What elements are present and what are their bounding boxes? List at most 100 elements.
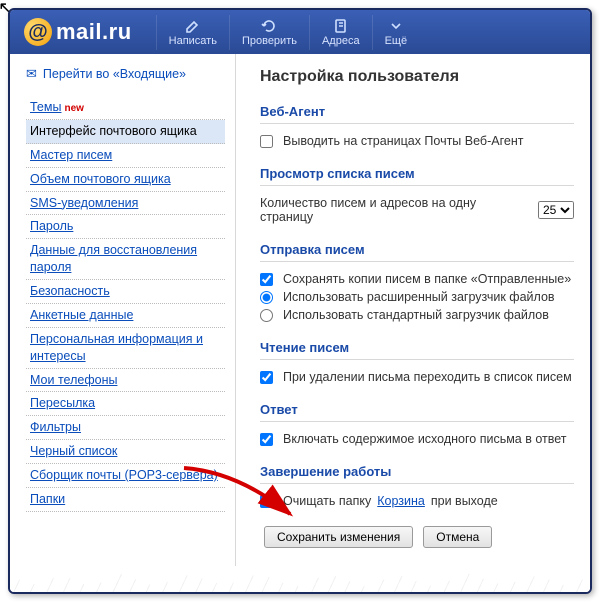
send-savecopy-label: Сохранять копии писем в папке «Отправлен… [283, 272, 571, 286]
sidebar-item[interactable]: SMS-уведомления [26, 192, 225, 216]
app-header: @ mail.ru Написать Проверить Адреса Ещё [10, 10, 590, 54]
section-webagent: Веб-Агент Выводить на страницах Почты Ве… [260, 104, 574, 150]
logout-clear-row[interactable]: Очищать папку Корзина при выходе [260, 492, 574, 510]
sidebar-item[interactable]: Анкетные данные [26, 304, 225, 328]
sidebar-item-link[interactable]: Черный список [30, 444, 117, 458]
goto-inbox-link[interactable]: Перейти во «Входящие» [43, 67, 186, 81]
sidebar-item[interactable]: Данные для восстановления пароля [26, 239, 225, 280]
sidebar-item-link[interactable]: Безопасность [30, 284, 110, 298]
section-send: Отправка писем Сохранять копии писем в п… [260, 242, 574, 324]
logout-trash-link[interactable]: Корзина [377, 494, 425, 508]
logo-at-icon: @ [24, 18, 52, 46]
sidebar: ✉ Перейти во «Входящие» Темыnew Интерфейс… [10, 54, 236, 566]
send-uploader-adv-radio[interactable] [260, 291, 273, 304]
send-savecopy-row[interactable]: Сохранять копии писем в папке «Отправлен… [260, 270, 574, 288]
listview-perpage-row: Количество писем и адресов на одну стран… [260, 194, 574, 226]
main-panel: Настройка пользователя Веб-Агент Выводит… [236, 54, 590, 566]
send-uploader-std-radio[interactable] [260, 309, 273, 322]
section-read: Чтение писем При удалении письма переход… [260, 340, 574, 386]
webagent-show-label: Выводить на страницах Почты Веб-Агент [283, 134, 523, 148]
listview-perpage-select[interactable]: 25 [538, 201, 574, 219]
send-uploader-adv-label: Использовать расширенный загрузчик файло… [283, 290, 555, 304]
read-gotolist-label: При удалении письма переходить в список … [283, 370, 572, 384]
reply-include-label: Включать содержимое исходного письма в о… [283, 432, 567, 446]
nav-check-button[interactable]: Проверить [229, 15, 309, 50]
webagent-show-checkbox[interactable] [260, 135, 273, 148]
sidebar-item[interactable]: Безопасность [26, 280, 225, 304]
nav-check-label: Проверить [242, 35, 297, 47]
sidebar-item-link[interactable]: SMS-уведомления [30, 196, 138, 210]
sidebar-item[interactable]: Пароль [26, 215, 225, 239]
goto-inbox-row: ✉ Перейти во «Входящие» [26, 66, 225, 82]
read-gotolist-row[interactable]: При удалении письма переходить в список … [260, 368, 574, 386]
top-nav: Написать Проверить Адреса Ещё [156, 15, 419, 50]
torn-edge-decoration [10, 566, 590, 592]
read-gotolist-checkbox[interactable] [260, 371, 273, 384]
reply-include-row[interactable]: Включать содержимое исходного письма в о… [260, 430, 574, 448]
reply-include-checkbox[interactable] [260, 433, 273, 446]
sidebar-item-link[interactable]: Сборщик почты (POP3-сервера) [30, 468, 218, 482]
nav-addresses-button[interactable]: Адреса [309, 15, 372, 50]
nav-more-label: Ещё [385, 35, 408, 47]
sidebar-item-link[interactable]: Темы [30, 100, 61, 114]
nav-compose-button[interactable]: Написать [156, 15, 229, 50]
nav-compose-label: Написать [169, 35, 217, 47]
send-uploader-adv-row[interactable]: Использовать расширенный загрузчик файло… [260, 288, 574, 306]
section-reply-title: Ответ [260, 402, 574, 422]
send-savecopy-checkbox[interactable] [260, 273, 273, 286]
new-badge: new [64, 103, 83, 114]
sidebar-item-link[interactable]: Папки [30, 492, 65, 506]
send-uploader-std-row[interactable]: Использовать стандартный загрузчик файло… [260, 306, 574, 324]
page-title: Настройка пользователя [260, 68, 574, 86]
nav-more-button[interactable]: Ещё [372, 15, 420, 50]
sidebar-item[interactable]: Фильтры [26, 416, 225, 440]
sidebar-item-link[interactable]: Пересылка [30, 396, 95, 410]
sidebar-item-link[interactable]: Пароль [30, 219, 73, 233]
logout-clear-post: при выходе [431, 494, 498, 508]
sidebar-item-link[interactable]: Анкетные данные [30, 308, 133, 322]
refresh-icon [261, 18, 277, 34]
section-listview-title: Просмотр списка писем [260, 166, 574, 186]
section-send-title: Отправка писем [260, 242, 574, 262]
sidebar-item[interactable]: Сборщик почты (POP3-сервера) [26, 464, 225, 488]
section-listview: Просмотр списка писем Количество писем и… [260, 166, 574, 226]
sidebar-item-link[interactable]: Фильтры [30, 420, 81, 434]
button-bar: Сохранить изменения Отмена [264, 526, 574, 548]
sidebar-list: Темыnew Интерфейс почтового ящика Мастер п… [26, 96, 225, 512]
sidebar-item[interactable]: Темыnew [26, 96, 225, 120]
logo[interactable]: @ mail.ru [10, 18, 150, 46]
section-read-title: Чтение писем [260, 340, 574, 360]
nav-addresses-label: Адреса [322, 35, 360, 47]
save-button[interactable]: Сохранить изменения [264, 526, 413, 548]
cancel-button[interactable]: Отмена [423, 526, 492, 548]
sidebar-item[interactable]: Интерфейс почтового ящика [26, 120, 225, 144]
send-uploader-std-label: Использовать стандартный загрузчик файло… [283, 308, 549, 322]
envelope-icon: ✉ [26, 66, 37, 82]
sidebar-item[interactable]: Папки [26, 488, 225, 512]
section-logout: Завершение работы Очищать папку Корзина … [260, 464, 574, 510]
listview-perpage-label: Количество писем и адресов на одну стран… [260, 196, 532, 224]
content: ✉ Перейти во «Входящие» Темыnew Интерфейс… [10, 54, 590, 566]
app-window: @ mail.ru Написать Проверить Адреса Ещё [8, 8, 592, 594]
sidebar-item-link[interactable]: Интерфейс почтового ящика [30, 124, 197, 138]
sidebar-item[interactable]: Персональная информация и интересы [26, 328, 225, 369]
logout-clear-checkbox[interactable] [260, 495, 273, 508]
sidebar-item[interactable]: Мастер писем [26, 144, 225, 168]
section-logout-title: Завершение работы [260, 464, 574, 484]
chevron-down-icon [388, 18, 404, 34]
sidebar-item-link[interactable]: Объем почтового ящика [30, 172, 171, 186]
sidebar-item[interactable]: Пересылка [26, 392, 225, 416]
sidebar-item-link[interactable]: Мои телефоны [30, 373, 117, 387]
addressbook-icon [333, 18, 349, 34]
sidebar-item[interactable]: Объем почтового ящика [26, 168, 225, 192]
sidebar-item-link[interactable]: Мастер писем [30, 148, 112, 162]
section-webagent-title: Веб-Агент [260, 104, 574, 124]
section-reply: Ответ Включать содержимое исходного пись… [260, 402, 574, 448]
logout-clear-pre: Очищать папку [283, 494, 371, 508]
logo-text: mail.ru [56, 19, 132, 45]
webagent-show-row[interactable]: Выводить на страницах Почты Веб-Агент [260, 132, 574, 150]
sidebar-item-link[interactable]: Данные для восстановления пароля [30, 243, 197, 274]
sidebar-item[interactable]: Мои телефоны [26, 369, 225, 393]
sidebar-item[interactable]: Черный список [26, 440, 225, 464]
sidebar-item-link[interactable]: Персональная информация и интересы [30, 332, 203, 363]
